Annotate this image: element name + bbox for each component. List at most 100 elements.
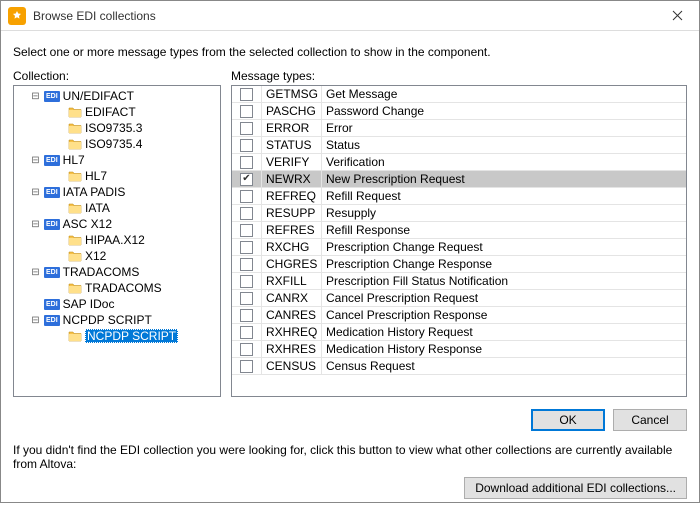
message-code: ERROR — [262, 120, 322, 137]
tree-item[interactable]: ⊟EDITRADACOMS — [14, 264, 220, 280]
message-row[interactable]: STATUSStatus — [232, 137, 686, 154]
tree-item[interactable]: ⊟EDIHL7 — [14, 152, 220, 168]
tree-toggle-icon[interactable]: ⊟ — [30, 91, 41, 102]
message-code: CHGRES — [262, 256, 322, 273]
message-checkbox[interactable] — [240, 139, 253, 152]
tree-item[interactable]: EDIFACT — [14, 104, 220, 120]
message-code: RXCHG — [262, 239, 322, 256]
message-checkbox[interactable] — [240, 156, 253, 169]
tree-toggle-icon — [54, 123, 65, 134]
message-row[interactable]: REFRESRefill Response — [232, 222, 686, 239]
message-code: CANRX — [262, 290, 322, 307]
message-row[interactable]: CANRESCancel Prescription Response — [232, 307, 686, 324]
message-row[interactable]: RXHREQMedication History Request — [232, 324, 686, 341]
message-checkbox[interactable] — [240, 224, 253, 237]
edi-icon: EDI — [44, 155, 60, 166]
tree-toggle-icon — [54, 251, 65, 262]
tree-toggle-icon — [54, 235, 65, 246]
message-checkbox[interactable] — [240, 190, 253, 203]
message-row[interactable]: CANRXCancel Prescription Request — [232, 290, 686, 307]
tree-item-label: ISO9735.3 — [85, 121, 142, 135]
message-checkbox[interactable] — [240, 207, 253, 220]
message-description: Status — [322, 137, 686, 154]
tree-item-label: HL7 — [63, 153, 85, 167]
tree-toggle-icon — [54, 203, 65, 214]
message-row[interactable]: RXCHGPrescription Change Request — [232, 239, 686, 256]
tree-item-label: NCPDP SCRIPT — [63, 313, 152, 327]
message-row[interactable]: REFREQRefill Request — [232, 188, 686, 205]
tree-item[interactable]: IATA — [14, 200, 220, 216]
tree-item-label: SAP IDoc — [63, 297, 115, 311]
tree-item[interactable]: ⊟EDIASC X12 — [14, 216, 220, 232]
tree-item[interactable]: TRADACOMS — [14, 280, 220, 296]
tree-item-label: IATA — [85, 201, 110, 215]
tree-item-label: TRADACOMS — [63, 265, 140, 279]
message-row[interactable]: PASCHGPassword Change — [232, 103, 686, 120]
message-checkbox[interactable] — [240, 258, 253, 271]
tree-toggle-icon — [30, 299, 41, 310]
ok-button[interactable]: OK — [531, 409, 605, 431]
tree-item-label: HL7 — [85, 169, 107, 183]
tree-toggle-icon[interactable]: ⊟ — [30, 315, 41, 326]
collection-tree[interactable]: ⊟EDIUN/EDIFACTEDIFACTISO9735.3ISO9735.4⊟… — [13, 85, 221, 397]
message-checkbox[interactable] — [240, 292, 253, 305]
message-description: Cancel Prescription Request — [322, 290, 686, 307]
message-checkbox[interactable] — [240, 105, 253, 118]
tree-item-label: IATA PADIS — [63, 185, 126, 199]
message-code: VERIFY — [262, 154, 322, 171]
message-row[interactable]: RESUPPResupply — [232, 205, 686, 222]
tree-toggle-icon[interactable]: ⊟ — [30, 155, 41, 166]
message-types-list[interactable]: GETMSGGet MessagePASCHGPassword ChangeER… — [231, 85, 687, 397]
message-checkbox[interactable] — [240, 88, 253, 101]
edi-icon: EDI — [44, 267, 60, 278]
close-button[interactable] — [655, 1, 699, 31]
edi-icon: EDI — [44, 219, 60, 230]
message-checkbox[interactable] — [240, 309, 253, 322]
message-row[interactable]: ERRORError — [232, 120, 686, 137]
edi-icon: EDI — [44, 315, 60, 326]
tree-item[interactable]: ⊟EDIUN/EDIFACT — [14, 88, 220, 104]
message-row[interactable]: GETMSGGet Message — [232, 86, 686, 103]
dialog: Browse EDI collections Select one or mor… — [0, 0, 700, 503]
message-code: STATUS — [262, 137, 322, 154]
tree-item[interactable]: X12 — [14, 248, 220, 264]
tree-toggle-icon[interactable]: ⊟ — [30, 187, 41, 198]
message-checkbox[interactable] — [240, 241, 253, 254]
message-row[interactable]: NEWRXNew Prescription Request — [232, 171, 686, 188]
message-checkbox[interactable] — [240, 343, 253, 356]
tree-item[interactable]: ISO9735.3 — [14, 120, 220, 136]
tree-item[interactable]: ⊟EDIIATA PADIS — [14, 184, 220, 200]
tree-item[interactable]: ⊟EDINCPDP SCRIPT — [14, 312, 220, 328]
cancel-button[interactable]: Cancel — [613, 409, 687, 431]
message-row[interactable]: CENSUSCensus Request — [232, 358, 686, 375]
tree-toggle-icon — [54, 107, 65, 118]
message-code: CENSUS — [262, 358, 322, 375]
message-row[interactable]: RXFILLPrescription Fill Status Notificat… — [232, 273, 686, 290]
edi-icon: EDI — [44, 91, 60, 102]
tree-item[interactable]: HL7 — [14, 168, 220, 184]
message-description: Prescription Change Request — [322, 239, 686, 256]
message-description: Census Request — [322, 358, 686, 375]
folder-icon — [68, 106, 82, 118]
message-description: Refill Request — [322, 188, 686, 205]
download-collections-button[interactable]: Download additional EDI collections... — [464, 477, 687, 499]
message-description: Password Change — [322, 103, 686, 120]
tree-item[interactable]: ISO9735.4 — [14, 136, 220, 152]
tree-item[interactable]: NCPDP SCRIPT — [14, 328, 220, 344]
message-checkbox[interactable] — [240, 275, 253, 288]
message-code: NEWRX — [262, 171, 322, 188]
message-row[interactable]: RXHRESMedication History Response — [232, 341, 686, 358]
tree-toggle-icon — [54, 139, 65, 150]
message-checkbox[interactable] — [240, 360, 253, 373]
message-checkbox[interactable] — [240, 326, 253, 339]
message-checkbox[interactable] — [240, 173, 253, 186]
tree-toggle-icon[interactable]: ⊟ — [30, 267, 41, 278]
message-row[interactable]: VERIFYVerification — [232, 154, 686, 171]
tree-toggle-icon[interactable]: ⊟ — [30, 219, 41, 230]
message-checkbox[interactable] — [240, 122, 253, 135]
message-row[interactable]: CHGRESPrescription Change Response — [232, 256, 686, 273]
tree-item-label: NCPDP SCRIPT — [85, 329, 178, 343]
tree-item[interactable]: EDISAP IDoc — [14, 296, 220, 312]
message-description: Cancel Prescription Response — [322, 307, 686, 324]
tree-item[interactable]: HIPAA.X12 — [14, 232, 220, 248]
